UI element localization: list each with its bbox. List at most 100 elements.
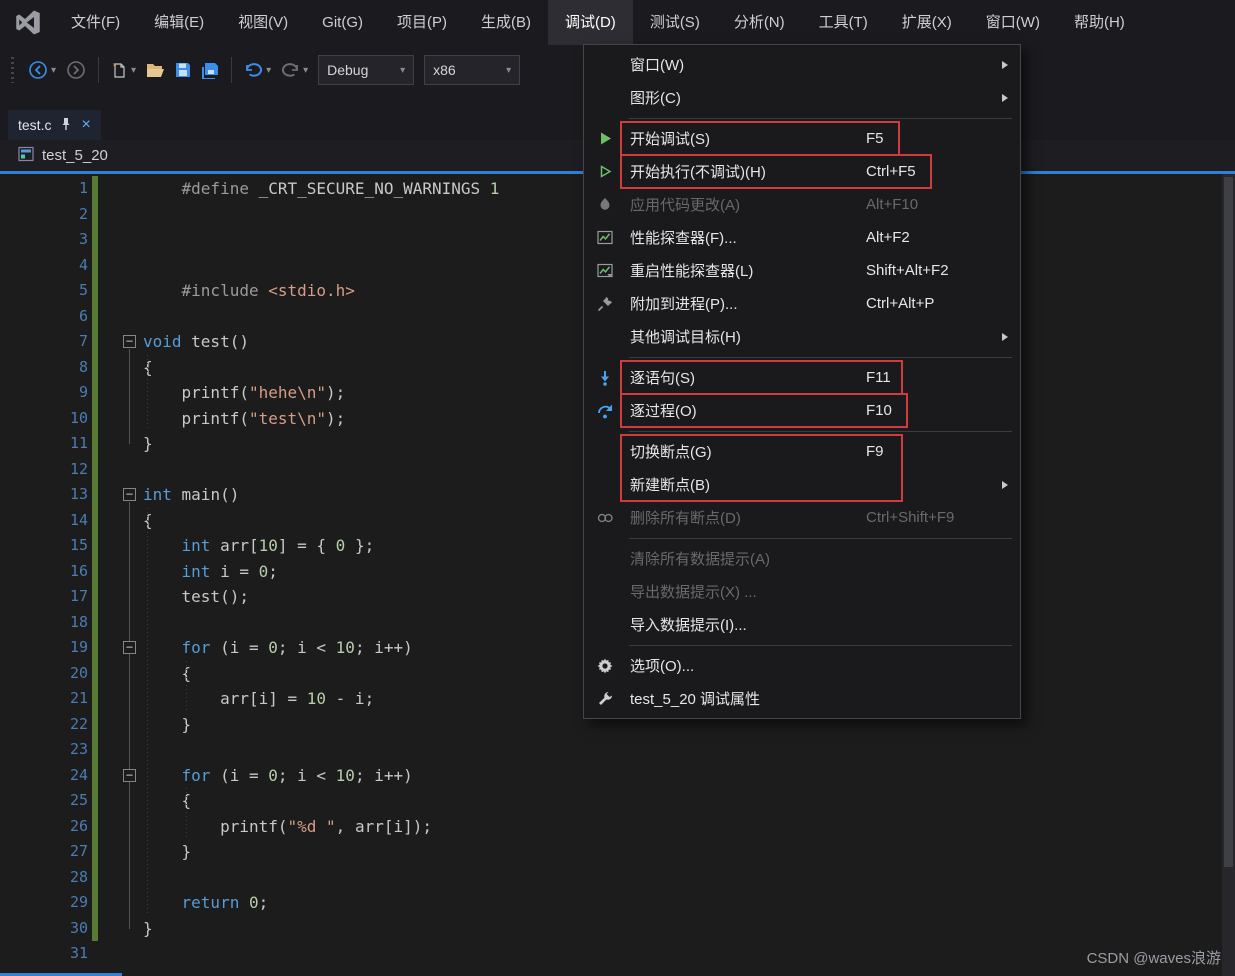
menu-item-label: 新建断点(B) (630, 477, 710, 494)
chevron-down-icon[interactable]: ▾ (51, 65, 56, 76)
new-file-button[interactable]: ▾ (106, 53, 141, 87)
menubar-item-help[interactable]: 帮助(H) (1057, 0, 1142, 45)
change-tracking-bar (92, 482, 98, 508)
forward-button[interactable] (61, 53, 91, 87)
menubar-item-extensions[interactable]: 扩展(X) (885, 0, 969, 45)
menu-item-import-datatips[interactable]: 导入数据提示(I)... (584, 608, 1020, 641)
menubar: 文件(F) 编辑(E) 视图(V) Git(G) 项目(P) 生成(B) 调试(D) 测试(S… (0, 0, 1235, 45)
fold-toggle-icon[interactable]: − (123, 488, 136, 501)
menu-item-shortcut: Shift+Alt+F2 (866, 262, 949, 279)
change-tracking-bar (92, 533, 98, 559)
menubar-item-edit[interactable]: 编辑(E) (137, 0, 221, 45)
breadcrumb[interactable]: test_5_20 (42, 147, 108, 164)
menu-item-options[interactable]: 选项(O)... (584, 649, 1020, 682)
code-text: int main() (143, 485, 240, 504)
redo-button[interactable]: ▾ (276, 53, 313, 87)
save-all-button[interactable] (196, 53, 224, 87)
menu-item-relaunch-performance-profiler[interactable]: 重启性能探查器(L) Shift+Alt+F2 (584, 254, 1020, 287)
undo-button[interactable]: ▾ (239, 53, 276, 87)
chevron-down-icon[interactable]: ▾ (266, 65, 271, 76)
start-debugging-icon (584, 131, 626, 146)
menu-item-other-debug-targets[interactable]: 其他调试目标(H) (584, 320, 1020, 353)
menu-item-attach-to-process[interactable]: 附加到进程(P)... Ctrl+Alt+P (584, 287, 1020, 320)
menubar-item-project[interactable]: 项目(P) (380, 0, 464, 45)
fold-toggle-icon[interactable]: − (123, 768, 136, 782)
chevron-down-icon[interactable]: ▾ (303, 65, 308, 76)
start-without-debugging-icon (584, 164, 626, 179)
menubar-item-window[interactable]: 窗口(W) (969, 0, 1057, 45)
change-tracking-bar (92, 813, 98, 839)
fold-toggle-icon[interactable]: − (123, 641, 136, 654)
submenu-arrow-icon (1002, 480, 1008, 489)
menu-item-label: 开始执行(不调试)(H) (630, 164, 766, 181)
debug-menu: 窗口(W) 图形(C) 开始调试(S) F5 开始执行(不调试)(H) Ctrl+F5 应用… (583, 44, 1021, 719)
indent-guide (185, 660, 187, 712)
menubar-item-debug[interactable]: 调试(D) (547, 0, 633, 45)
vertical-scrollbar[interactable] (1222, 174, 1235, 976)
code-line[interactable]: 31 (0, 941, 1235, 967)
menu-item-toggle-breakpoint[interactable]: 切换断点(G) F9 (584, 435, 1020, 468)
tab-test-c[interactable]: test.c × (8, 110, 101, 140)
code-text: { (143, 791, 192, 810)
menu-item-start-without-debugging[interactable]: 开始执行(不调试)(H) Ctrl+F5 (584, 155, 1020, 188)
menubar-items: 文件(F) 编辑(E) 视图(V) Git(G) 项目(P) 生成(B) 调试(D) 测试(S… (54, 0, 1142, 45)
code-line[interactable]: 24 − for (i = 0; i < 10; i++) (0, 762, 1235, 788)
save-button[interactable] (170, 53, 196, 87)
code-text: #define _CRT_SECURE_NO_WARNINGS 1 (143, 179, 500, 198)
menubar-item-git[interactable]: Git(G) (305, 0, 380, 45)
configuration-dropdown[interactable]: Debug ▾ (318, 55, 415, 85)
change-tracking-bar (92, 252, 98, 278)
code-text: for (i = 0; i < 10; i++) (181, 765, 413, 785)
menu-item-label: 应用代码更改(A) (630, 197, 740, 214)
back-button[interactable]: ▾ (23, 53, 61, 87)
menu-item-label: 切换断点(G) (630, 444, 712, 461)
menu-item-debug-properties[interactable]: test_5_20 调试属性 (584, 682, 1020, 715)
open-file-button[interactable] (141, 53, 170, 87)
watermark: CSDN @waves浪游 (1086, 950, 1221, 967)
platform-dropdown[interactable]: x86 ▾ (424, 55, 521, 85)
menubar-item-analyze[interactable]: 分析(N) (717, 0, 802, 45)
menu-item-shortcut: F5 (866, 130, 884, 147)
indent-guide (147, 507, 148, 916)
menu-item-new-breakpoint[interactable]: 新建断点(B) (584, 468, 1020, 501)
save-all-icon (201, 62, 219, 79)
menubar-item-view[interactable]: 视图(V) (221, 0, 305, 45)
code-line[interactable]: 28 (0, 864, 1235, 890)
menu-item-step-over[interactable]: 逐过程(O) F10 (584, 394, 1020, 427)
fold-toggle-icon[interactable]: − (123, 335, 136, 348)
close-icon[interactable]: × (81, 117, 90, 133)
line-number: 29 (69, 893, 88, 911)
code-text: int i = 0; (181, 561, 278, 581)
line-number: 21 (69, 689, 88, 707)
menu-item-graphics[interactable]: 图形(C) (584, 81, 1020, 114)
menubar-item-build[interactable]: 生成(B) (464, 0, 548, 45)
wrench-icon (584, 691, 626, 707)
menu-item-step-into[interactable]: 逐语句(S) F11 (584, 361, 1020, 394)
menu-item-shortcut: Alt+F2 (866, 229, 910, 246)
code-text: int arr[10] = { 0 }; (181, 536, 375, 555)
menu-item-label: 清除所有数据提示(A) (630, 551, 770, 568)
toolbar-grip-handle[interactable] (11, 57, 14, 83)
menubar-item-file[interactable]: 文件(F) (54, 0, 137, 45)
code-line[interactable]: 27 } (0, 839, 1235, 865)
line-number: 31 (69, 944, 88, 962)
menubar-item-test[interactable]: 测试(S) (633, 0, 717, 45)
change-tracking-bar (92, 788, 98, 814)
pin-icon[interactable] (60, 117, 72, 134)
line-number: 11 (69, 434, 88, 452)
line-number: 18 (69, 612, 88, 631)
code-line[interactable]: 29 return 0; (0, 890, 1235, 916)
change-tracking-bar (92, 660, 98, 686)
attach-icon (584, 296, 626, 312)
scrollbar-thumb[interactable] (1224, 177, 1233, 867)
menubar-item-tools[interactable]: 工具(T) (802, 0, 885, 45)
line-number: 20 (69, 663, 88, 682)
menu-item-windows[interactable]: 窗口(W) (584, 48, 1020, 81)
code-line[interactable]: 23 (0, 737, 1235, 763)
code-line[interactable]: 30} (0, 915, 1235, 941)
menu-item-performance-profiler[interactable]: 性能探查器(F)... Alt+F2 (584, 221, 1020, 254)
menu-item-start-debugging[interactable]: 开始调试(S) F5 (584, 122, 1020, 155)
nav-forward-icon (66, 60, 86, 80)
line-number: 5 (78, 281, 88, 299)
chevron-down-icon[interactable]: ▾ (131, 65, 136, 76)
